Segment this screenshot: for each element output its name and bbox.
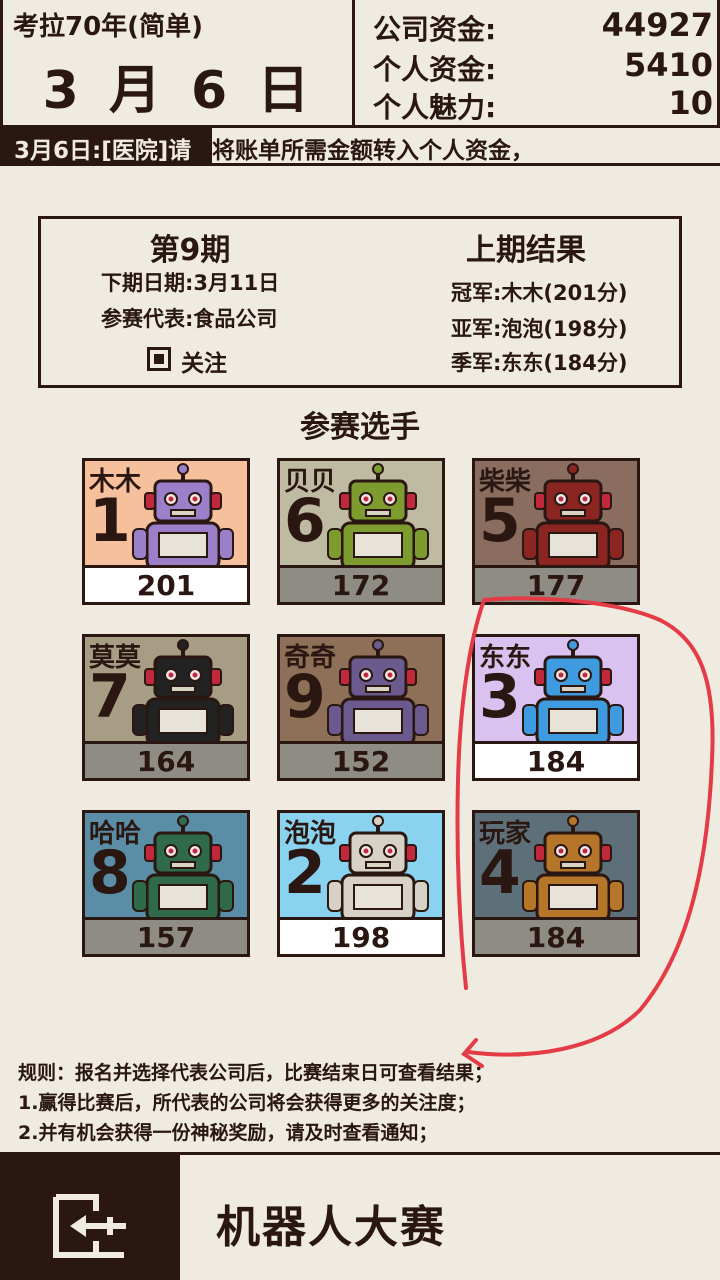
result-runner-up: 亚军:泡泡(198分) — [451, 317, 628, 341]
contestant-art: 泡泡 2 — [280, 813, 442, 917]
period-title: 第9期 — [149, 233, 231, 268]
contestant-art: 玩家 4 — [475, 813, 637, 917]
contestant-card[interactable]: 东东 3 184 — [472, 634, 640, 781]
robot-icon — [522, 639, 624, 741]
contestant-card[interactable]: 木木 1 201 — [82, 458, 250, 605]
contestant-number: 8 — [89, 838, 131, 908]
contestant-number: 9 — [284, 662, 326, 732]
next-date: 下期日期:3月11日 — [101, 271, 280, 295]
contestant-card[interactable]: 贝贝 6 172 — [277, 458, 445, 605]
follow-label: 关注 — [181, 351, 227, 377]
stat-label: 个人资金: — [373, 53, 497, 86]
contestant-card[interactable]: 泡泡 2 198 — [277, 810, 445, 957]
game-title: 考拉70年(简单) — [13, 12, 203, 42]
contestant-score: 152 — [280, 741, 442, 778]
current-date: 3 月 6 日 — [42, 61, 316, 121]
stat-value: 44927 — [601, 6, 713, 44]
robot-icon — [132, 815, 234, 917]
contestant-number: 3 — [479, 662, 521, 732]
contestant-number: 5 — [479, 486, 521, 556]
contestant-card[interactable]: 哈哈 8 157 — [82, 810, 250, 957]
contestant-score: 201 — [85, 565, 247, 602]
ticker-text: 将账单所需金额转入个人资金， — [212, 138, 534, 164]
robot-icon — [327, 639, 429, 741]
stat-label: 个人魅力: — [373, 91, 497, 124]
ticker-date: 3月6日:[医院]请 — [0, 128, 212, 163]
date-panel: 考拉70年(简单) 3 月 6 日 — [3, 0, 355, 125]
contestant-score: 157 — [85, 917, 247, 954]
contestant-card[interactable]: 玩家 4 184 — [472, 810, 640, 957]
robot-icon — [327, 463, 429, 565]
exit-door-icon[interactable] — [0, 1155, 180, 1280]
robot-icon — [522, 463, 624, 565]
contestant-number: 6 — [284, 486, 326, 556]
contestant-card[interactable]: 奇奇 9 152 — [277, 634, 445, 781]
contestant-art: 贝贝 6 — [280, 461, 442, 565]
robot-icon — [132, 463, 234, 565]
representative: 参赛代表:食品公司 — [101, 307, 278, 331]
header: 考拉70年(简单) 3 月 6 日 公司资金: 44927 个人资金: 5410… — [0, 0, 720, 128]
contestant-number: 2 — [284, 838, 326, 908]
result-champion: 冠军:木木(201分) — [451, 281, 628, 305]
exit-button[interactable] — [0, 1155, 180, 1280]
contestant-art: 木木 1 — [85, 461, 247, 565]
contestant-art: 东东 3 — [475, 637, 637, 741]
robot-icon — [327, 815, 429, 917]
contestant-number: 7 — [89, 662, 131, 732]
rule-line: 规则：报名并选择代表公司后，比赛结束日可查看结果； — [18, 1062, 494, 1084]
contestant-score: 177 — [475, 565, 637, 602]
stats-panel: 公司资金: 44927 个人资金: 5410 个人魅力: 10 — [359, 0, 717, 125]
competition-info-panel: 第9期 下期日期:3月11日 参赛代表:食品公司 关注 上期结果 冠军:木木(2… — [38, 216, 682, 388]
stat-personal-funds: 个人资金: 5410 — [373, 46, 713, 86]
news-ticker[interactable]: 3月6日:[医院]请 将账单所需金额转入个人资金， — [0, 128, 720, 166]
contestant-art: 莫莫 7 — [85, 637, 247, 741]
contestant-art: 哈哈 8 — [85, 813, 247, 917]
robot-icon — [522, 815, 624, 917]
contestant-number: 1 — [89, 486, 131, 556]
stat-label: 公司资金: — [373, 13, 497, 46]
contestant-score: 184 — [475, 741, 637, 778]
footer: 机器人大赛 — [0, 1152, 720, 1280]
last-result-title: 上期结果 — [466, 233, 586, 268]
contestants-title: 参赛选手 — [300, 410, 420, 445]
contestant-score: 172 — [280, 565, 442, 602]
result-third: 季军:东东(184分) — [451, 351, 628, 375]
rule-line: 2.并有机会获得一份神秘奖励，请及时查看通知； — [18, 1122, 438, 1144]
page-title: 机器人大赛 — [216, 1202, 446, 1253]
contestant-card[interactable]: 莫莫 7 164 — [82, 634, 250, 781]
contestant-score: 164 — [85, 741, 247, 778]
contestant-score: 184 — [475, 917, 637, 954]
contestant-score: 198 — [280, 917, 442, 954]
stat-charm: 个人魅力: 10 — [373, 84, 713, 124]
stat-value: 10 — [668, 84, 713, 122]
rule-line: 1.赢得比赛后，所代表的公司将会获得更多的关注度； — [18, 1092, 476, 1114]
contestant-card[interactable]: 柴柴 5 177 — [472, 458, 640, 605]
checkbox-icon[interactable] — [147, 347, 171, 371]
stat-value: 5410 — [623, 46, 713, 84]
contestant-number: 4 — [479, 838, 521, 908]
stat-company-funds: 公司资金: 44927 — [373, 6, 713, 46]
contestant-art: 奇奇 9 — [280, 637, 442, 741]
robot-icon — [132, 639, 234, 741]
contestant-art: 柴柴 5 — [475, 461, 637, 565]
